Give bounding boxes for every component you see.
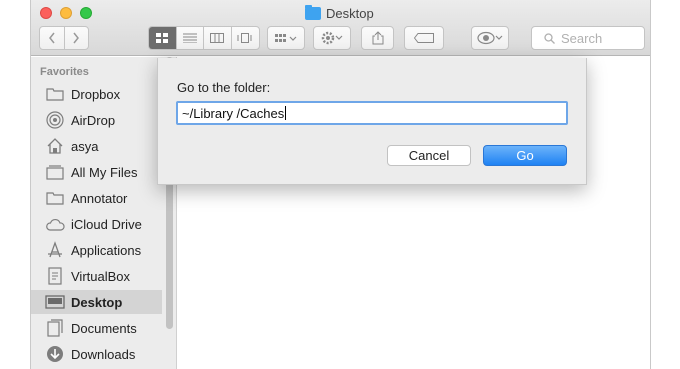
sidebar-item-desktop[interactable]: Desktop bbox=[31, 290, 162, 314]
airdrop-icon bbox=[45, 111, 65, 129]
sidebar-item-label: Applications bbox=[71, 242, 142, 258]
sidebar-item-label: iCloud Drive bbox=[71, 216, 142, 232]
window-title: Desktop bbox=[305, 4, 374, 21]
search-icon bbox=[544, 32, 555, 44]
sidebar-item-label: Dropbox bbox=[71, 86, 121, 102]
folder-icon bbox=[45, 189, 65, 207]
finder-window: Desktop Search Favorites Dropbox AirDrop… bbox=[30, 0, 651, 369]
sidebar-item-downloads[interactable]: Downloads bbox=[31, 342, 162, 366]
sidebar-item-applications[interactable]: Applications bbox=[31, 238, 162, 262]
arrange-grid-icon bbox=[275, 34, 297, 42]
sidebar-item-label: AirDrop bbox=[71, 112, 116, 128]
icon-view-icon bbox=[156, 33, 169, 43]
sidebar-item-virtualbox[interactable]: VirtualBox bbox=[31, 264, 162, 288]
icon-view-button[interactable] bbox=[149, 27, 177, 49]
sidebar-item-icloud-drive[interactable]: iCloud Drive bbox=[31, 212, 162, 236]
back-forward-group bbox=[39, 26, 89, 50]
window-title-text: Desktop bbox=[326, 5, 374, 21]
search-field[interactable]: Search bbox=[531, 26, 645, 50]
maximize-button[interactable] bbox=[80, 7, 92, 19]
desktop-icon bbox=[45, 293, 65, 311]
cloud-icon bbox=[45, 215, 65, 233]
coverflow-view-icon bbox=[237, 33, 252, 43]
coverflow-view-button[interactable] bbox=[232, 27, 259, 49]
sidebar-item-label: Documents bbox=[71, 320, 137, 336]
titlebar: Desktop Search bbox=[31, 0, 650, 56]
go-button[interactable]: Go bbox=[483, 145, 567, 166]
column-view-button[interactable] bbox=[204, 27, 232, 49]
column-view-icon bbox=[210, 33, 225, 43]
sidebar-item-airdrop[interactable]: AirDrop bbox=[31, 108, 162, 132]
chevron-left-icon bbox=[48, 32, 55, 44]
applications-icon bbox=[45, 241, 65, 259]
sidebar-item-asya[interactable]: asya bbox=[31, 134, 162, 158]
sidebar-item-label: Downloads bbox=[71, 346, 136, 362]
search-placeholder: Search bbox=[561, 30, 603, 46]
folder-icon bbox=[45, 85, 65, 103]
eye-icon bbox=[477, 31, 503, 45]
list-view-button[interactable] bbox=[177, 27, 204, 49]
view-mode-group bbox=[148, 26, 260, 50]
sidebar-item-annotator[interactable]: Annotator bbox=[31, 186, 162, 210]
go-to-folder-dialog: Go to the folder: ~/Library /Caches Canc… bbox=[157, 58, 587, 185]
cancel-button[interactable]: Cancel bbox=[387, 145, 471, 166]
folder-icon bbox=[305, 4, 321, 20]
share-button[interactable] bbox=[361, 26, 394, 50]
downloads-icon bbox=[45, 345, 65, 363]
sidebar-item-label: VirtualBox bbox=[71, 268, 131, 284]
sidebar-item-all-my-files[interactable]: All My Files bbox=[31, 160, 162, 184]
tag-icon bbox=[414, 33, 434, 43]
sidebar-item-label: All My Files bbox=[71, 164, 138, 180]
arrange-button[interactable] bbox=[267, 26, 305, 50]
sidebar-heading: Favorites bbox=[40, 66, 89, 78]
quicklook-button[interactable] bbox=[471, 26, 509, 50]
sidebar-item-documents[interactable]: Documents bbox=[31, 316, 162, 340]
document-icon bbox=[45, 267, 65, 285]
forward-button[interactable] bbox=[65, 27, 89, 49]
share-icon bbox=[372, 31, 383, 45]
home-icon bbox=[45, 137, 65, 155]
list-view-icon bbox=[182, 33, 197, 43]
folder-path-value: ~/Library /Caches bbox=[182, 106, 285, 121]
sidebar-item-dropbox[interactable]: Dropbox bbox=[31, 82, 162, 106]
tag-button[interactable] bbox=[404, 26, 444, 50]
action-button[interactable] bbox=[313, 26, 351, 50]
sidebar-item-label: Desktop bbox=[71, 294, 123, 310]
minimize-button[interactable] bbox=[60, 7, 72, 19]
documents-icon bbox=[45, 319, 65, 337]
text-caret bbox=[285, 106, 287, 120]
chevron-right-icon bbox=[73, 32, 80, 44]
gear-icon bbox=[321, 31, 343, 45]
close-button[interactable] bbox=[40, 7, 52, 19]
sidebar: Favorites Dropbox AirDrop asya All My Fi… bbox=[31, 57, 177, 369]
all-files-icon bbox=[45, 163, 65, 181]
folder-path-input[interactable]: ~/Library /Caches bbox=[176, 101, 568, 125]
sidebar-item-label: asya bbox=[71, 138, 99, 154]
back-button[interactable] bbox=[40, 27, 65, 49]
dialog-label: Go to the folder: bbox=[177, 80, 271, 95]
sidebar-item-label: Annotator bbox=[71, 190, 128, 206]
